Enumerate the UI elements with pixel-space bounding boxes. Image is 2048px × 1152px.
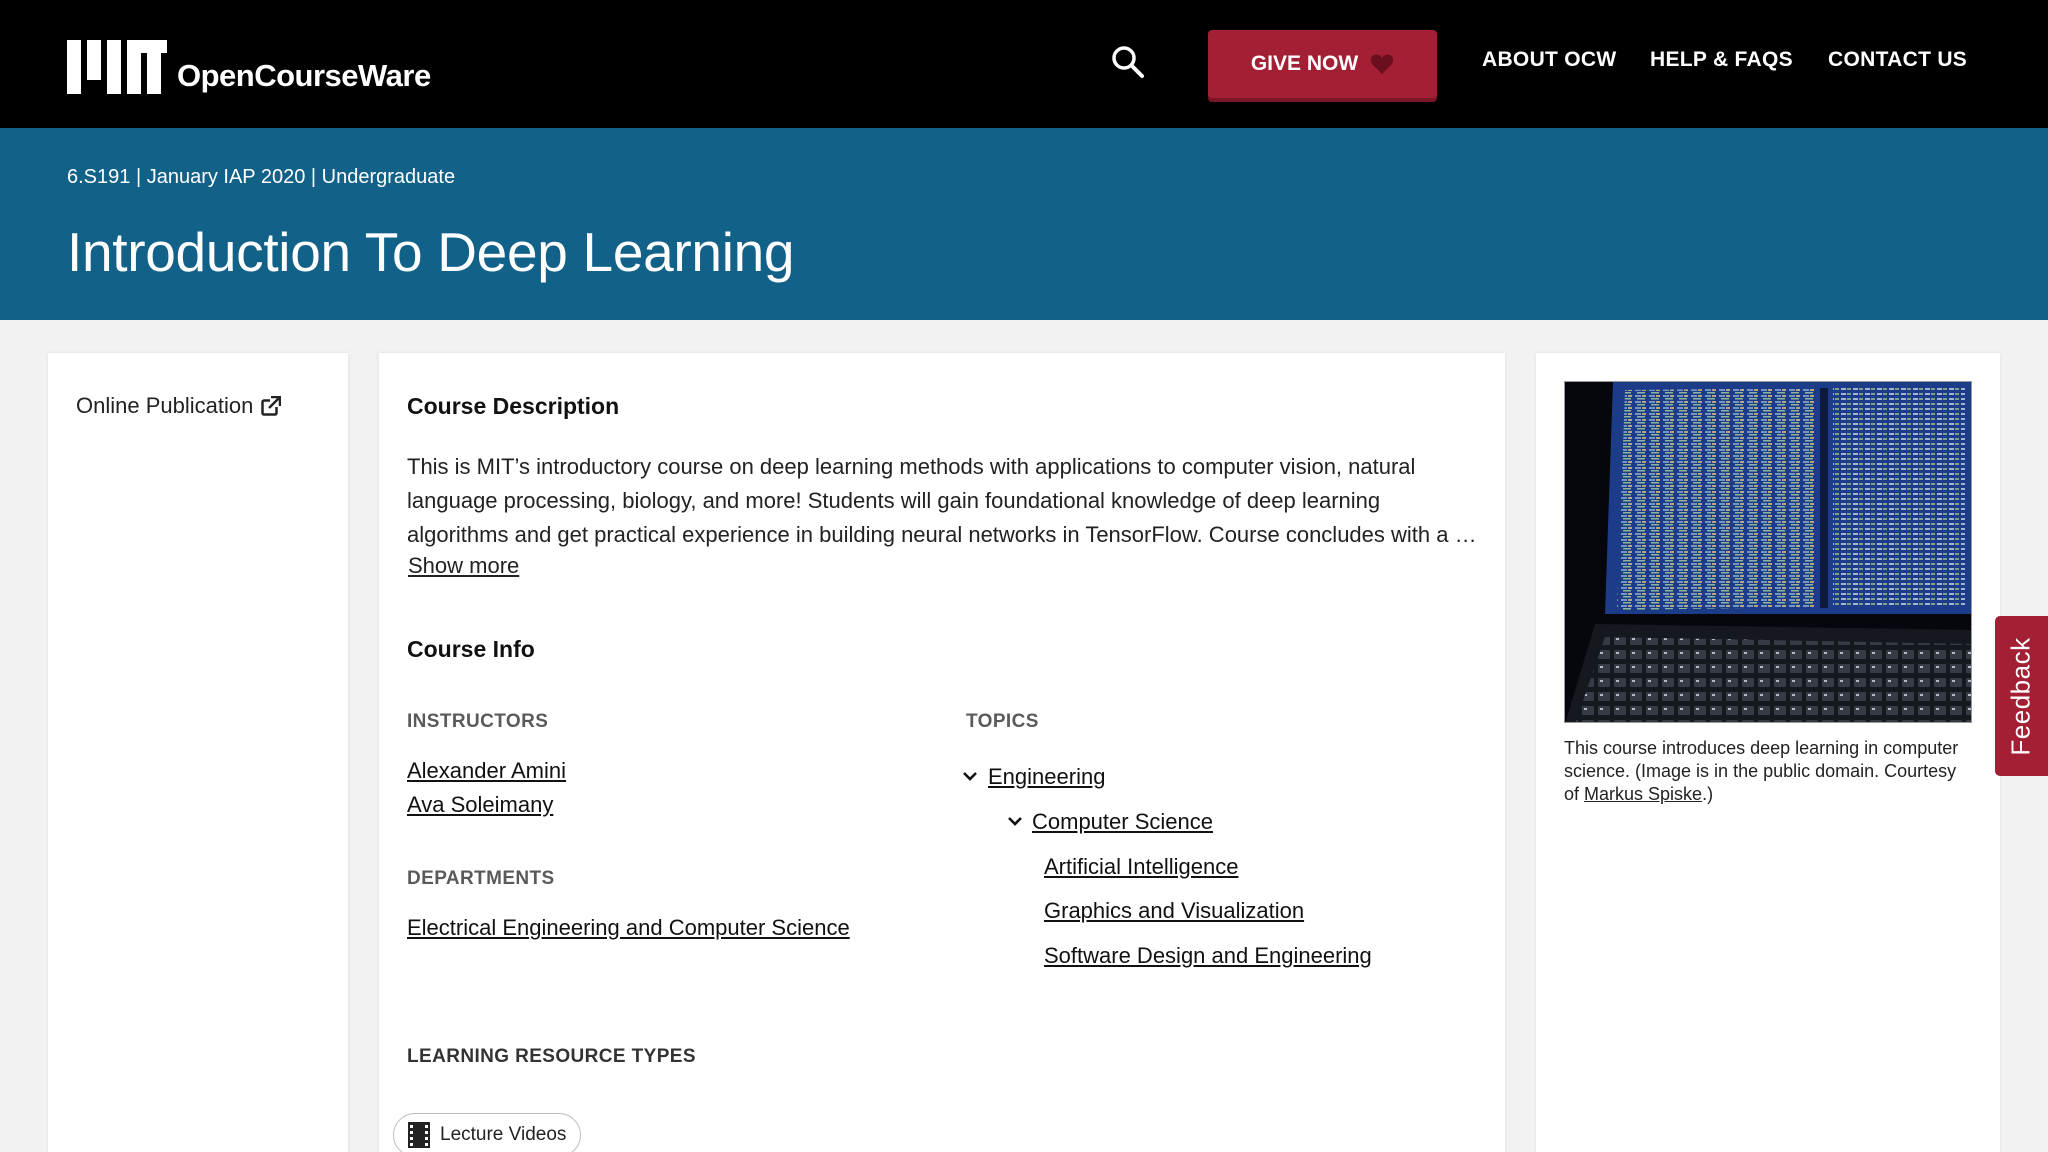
- topic-engineering[interactable]: Engineering: [988, 764, 1105, 790]
- chip-label: Lecture Videos: [440, 1124, 567, 1145]
- nav-help-faqs[interactable]: HELP & FAQS: [1650, 48, 1793, 72]
- logo-text: OpenCourseWare: [177, 58, 431, 93]
- course-description-heading: Course Description: [407, 393, 620, 419]
- department-link[interactable]: Electrical Engineering and Computer Scie…: [407, 915, 850, 941]
- mit-ocw-logo[interactable]: OpenCourseWare: [67, 38, 431, 94]
- online-publication-link[interactable]: Online Publication: [76, 393, 282, 419]
- heart-icon: [1371, 54, 1394, 74]
- top-header: OpenCourseWare GIVE NOW ABOUT OCW HELP &…: [0, 0, 2048, 128]
- feedback-label: Feedback: [2006, 636, 2036, 756]
- chevron-down-icon[interactable]: [961, 767, 979, 785]
- external-link-icon: [261, 396, 282, 416]
- course-info-heading: Course Info: [407, 636, 535, 662]
- image-credit-link[interactable]: Markus Spiske: [1584, 784, 1702, 804]
- online-publication-label: Online Publication: [76, 393, 254, 418]
- chevron-down-icon[interactable]: [1006, 812, 1024, 830]
- topic-subtopic[interactable]: Graphics and Visualization: [1044, 898, 1304, 924]
- learning-resource-types-label: LEARNING RESOURCE TYPES: [407, 1046, 696, 1067]
- instructor-link[interactable]: Ava Soleimany: [407, 792, 553, 818]
- show-more-link[interactable]: Show more: [408, 553, 519, 579]
- course-banner: 6.S191 | January IAP 2020 | Undergraduat…: [0, 128, 2048, 320]
- lecture-videos-chip[interactable]: Lecture Videos: [393, 1113, 582, 1152]
- film-icon: [408, 1122, 430, 1148]
- course-image-panel: This course introduces deep learning in …: [1536, 353, 2000, 1152]
- course-meta: 6.S191 | January IAP 2020 | Undergraduat…: [67, 166, 456, 188]
- course-image: [1564, 381, 1972, 723]
- topic-subtopic[interactable]: Artificial Intelligence: [1044, 854, 1238, 880]
- instructors-label: INSTRUCTORS: [407, 711, 549, 732]
- topics-label: TOPICS: [966, 711, 1039, 732]
- course-description-text: This is MIT’s introductory course on dee…: [407, 454, 1477, 547]
- main-content: Course Description This is MIT’s introdu…: [379, 353, 1505, 1152]
- laptop-code-image: [1565, 382, 1971, 722]
- topic-computer-science[interactable]: Computer Science: [1032, 809, 1213, 835]
- caption-end: .): [1702, 784, 1714, 804]
- instructor-link[interactable]: Alexander Amini: [407, 758, 566, 784]
- give-now-label: GIVE NOW: [1250, 52, 1359, 75]
- nav-about-ocw[interactable]: ABOUT OCW: [1482, 48, 1617, 72]
- give-now-button[interactable]: GIVE NOW: [1208, 30, 1437, 98]
- search-icon[interactable]: [1110, 44, 1146, 80]
- departments-label: DEPARTMENTS: [407, 868, 555, 889]
- topic-subtopic[interactable]: Software Design and Engineering: [1044, 943, 1372, 969]
- feedback-tab[interactable]: Feedback: [1995, 616, 2048, 776]
- nav-contact-us[interactable]: CONTACT US: [1828, 48, 1967, 72]
- page-title: Introduction To Deep Learning: [67, 221, 795, 283]
- left-sidebar: Online Publication: [48, 353, 348, 1152]
- mit-logo-icon: [67, 40, 167, 94]
- image-caption: This course introduces deep learning in …: [1564, 737, 1964, 806]
